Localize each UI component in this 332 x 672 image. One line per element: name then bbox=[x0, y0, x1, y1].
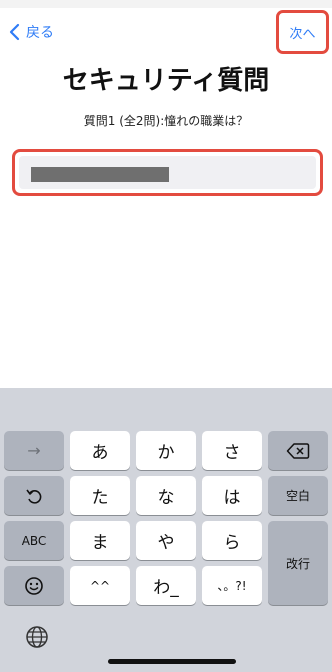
abc-key[interactable]: ABC bbox=[4, 521, 64, 560]
chevron-left-icon bbox=[9, 23, 20, 41]
globe-icon[interactable] bbox=[24, 624, 50, 650]
back-label: 戻る bbox=[26, 25, 54, 41]
key-ra[interactable]: ら bbox=[202, 521, 262, 560]
key-ma[interactable]: ま bbox=[70, 521, 130, 560]
space-key[interactable]: 空白 bbox=[268, 476, 328, 515]
status-strip bbox=[0, 0, 332, 8]
delete-key[interactable] bbox=[268, 431, 328, 470]
page-title: セキュリティ質問 bbox=[62, 66, 270, 96]
next-highlight: 次へ bbox=[276, 10, 329, 54]
return-key[interactable]: 改行 bbox=[268, 521, 328, 605]
back-button[interactable]: 戻る bbox=[8, 20, 54, 44]
key-sa[interactable]: さ bbox=[202, 431, 262, 470]
key-wa[interactable]: わ_ bbox=[136, 566, 196, 605]
emoji-key[interactable] bbox=[4, 566, 64, 605]
next-button[interactable]: 次へ bbox=[289, 23, 315, 42]
answer-highlight bbox=[12, 149, 323, 196]
delete-icon bbox=[286, 442, 310, 459]
key-dakuten[interactable]: ^^ bbox=[70, 566, 130, 605]
key-ka[interactable]: か bbox=[136, 431, 196, 470]
emoji-icon bbox=[25, 576, 43, 595]
undo-key[interactable] bbox=[4, 476, 64, 515]
key-a[interactable]: あ bbox=[70, 431, 130, 470]
app-screen: 戻る 次へ セキュリティ質問 質問1 (全2問):憧れの職業は？ → ABC あ… bbox=[0, 0, 332, 672]
key-ta[interactable]: た bbox=[70, 476, 130, 515]
answer-input[interactable] bbox=[19, 156, 316, 189]
redacted-answer-text bbox=[31, 167, 169, 182]
question-label: 質問1 (全2問):憧れの職業は？ bbox=[83, 114, 249, 128]
undo-icon bbox=[26, 489, 42, 504]
key-ya[interactable]: や bbox=[136, 521, 196, 560]
key-punctuation[interactable]: 、。?! bbox=[202, 566, 262, 605]
key-na[interactable]: な bbox=[136, 476, 196, 515]
arrow-key[interactable]: → bbox=[4, 431, 64, 470]
home-indicator bbox=[108, 659, 236, 664]
key-ha[interactable]: は bbox=[202, 476, 262, 515]
kana-keyboard: → ABC あ か さ た な は ま や ら ^^ わ_ 、。?! 空白 改行 bbox=[0, 388, 332, 672]
